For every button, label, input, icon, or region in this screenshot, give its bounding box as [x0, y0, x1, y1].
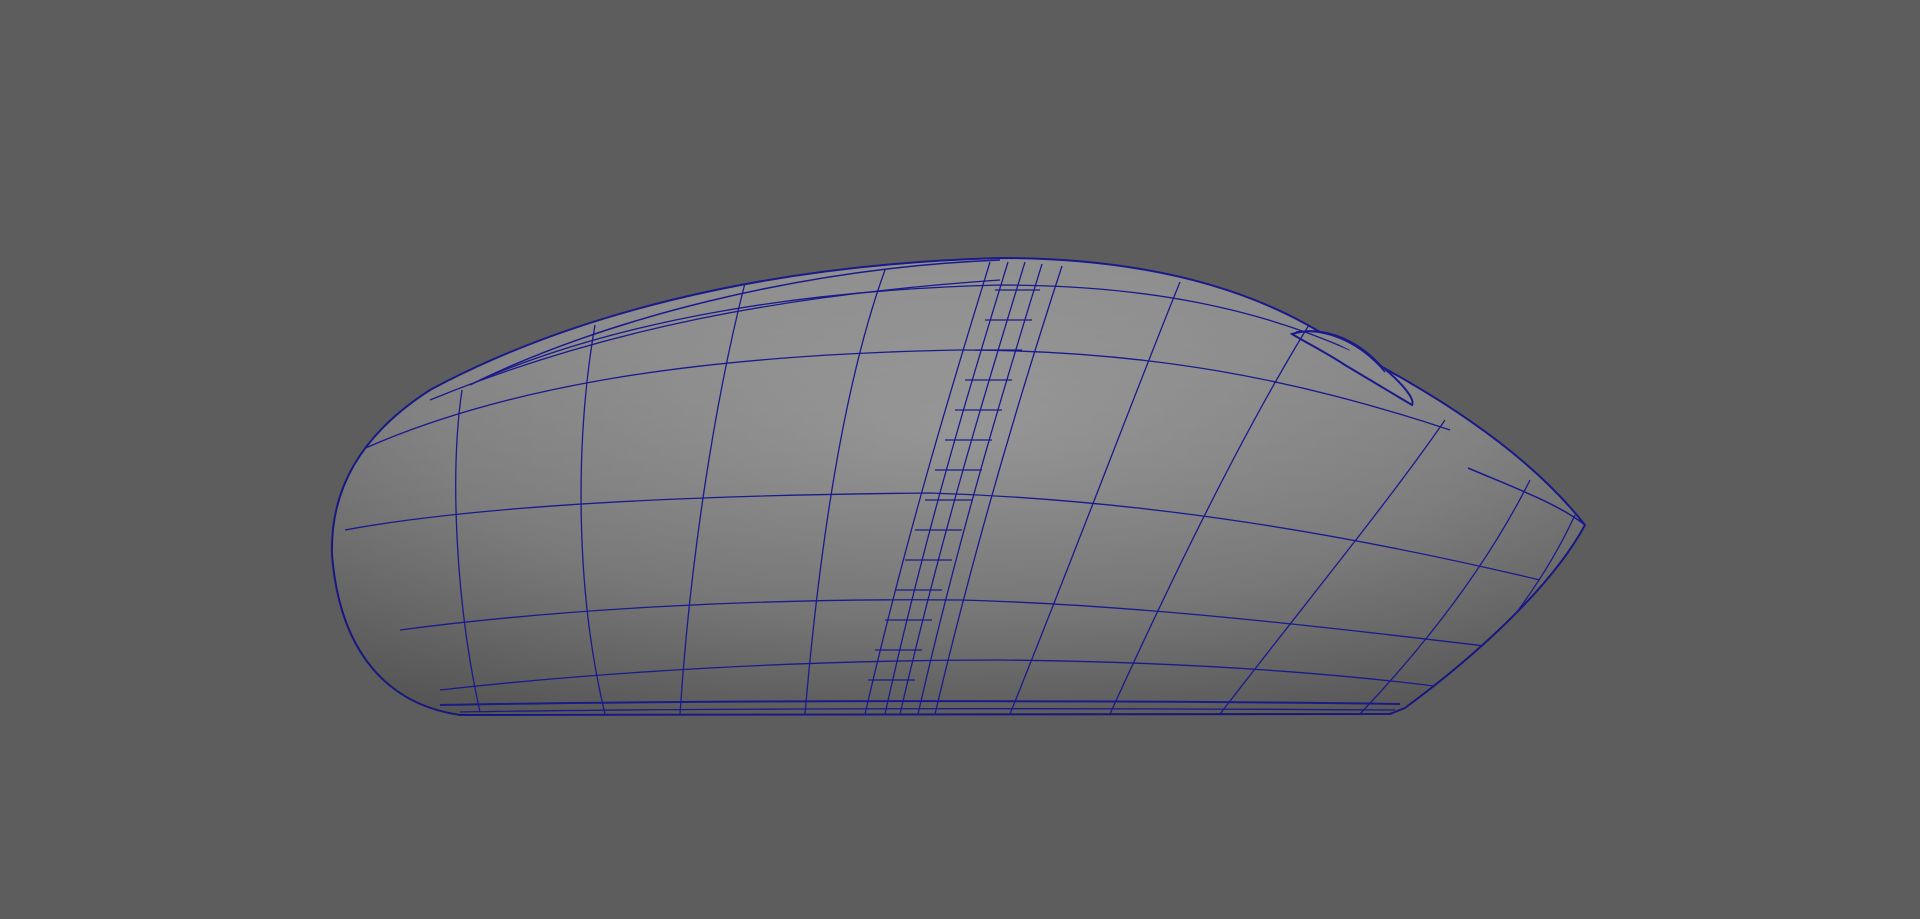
viewport-canvas[interactable] [0, 0, 1920, 919]
mouse-model[interactable] [330, 256, 1587, 717]
3d-viewport[interactable] [0, 0, 1920, 919]
